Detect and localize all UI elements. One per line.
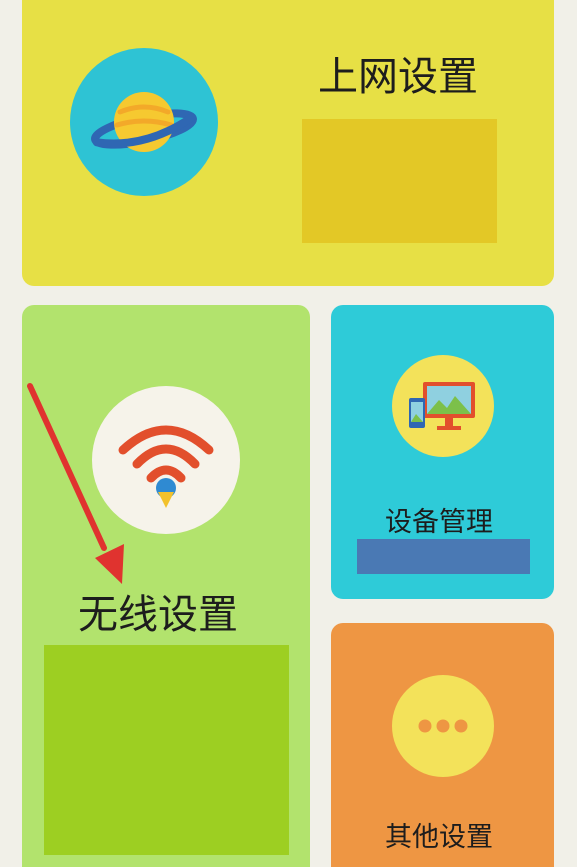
wireless-icon-circle bbox=[92, 386, 240, 534]
device-management-tile[interactable]: 设备管理 bbox=[331, 305, 554, 599]
internet-accent-block bbox=[302, 119, 497, 243]
wireless-accent-block bbox=[44, 645, 289, 855]
more-dots-icon bbox=[418, 719, 468, 733]
wifi-icon bbox=[118, 425, 214, 508]
internet-settings-label: 上网设置 bbox=[318, 54, 478, 100]
device-management-label: 设备管理 bbox=[385, 507, 493, 538]
wireless-settings-tile[interactable]: 无线设置 bbox=[22, 305, 310, 867]
device-icon-circle bbox=[392, 355, 494, 457]
internet-settings-tile[interactable]: 上网设置 bbox=[22, 0, 554, 286]
other-settings-tile[interactable]: 其他设置 bbox=[331, 623, 554, 867]
wireless-settings-label: 无线设置 bbox=[78, 592, 238, 638]
other-icon-circle bbox=[392, 675, 494, 777]
devices-icon bbox=[409, 382, 475, 430]
planet-icon bbox=[91, 92, 197, 152]
other-settings-label: 其他设置 bbox=[385, 822, 493, 853]
device-accent-block bbox=[357, 539, 530, 574]
internet-icon-circle bbox=[70, 48, 218, 196]
